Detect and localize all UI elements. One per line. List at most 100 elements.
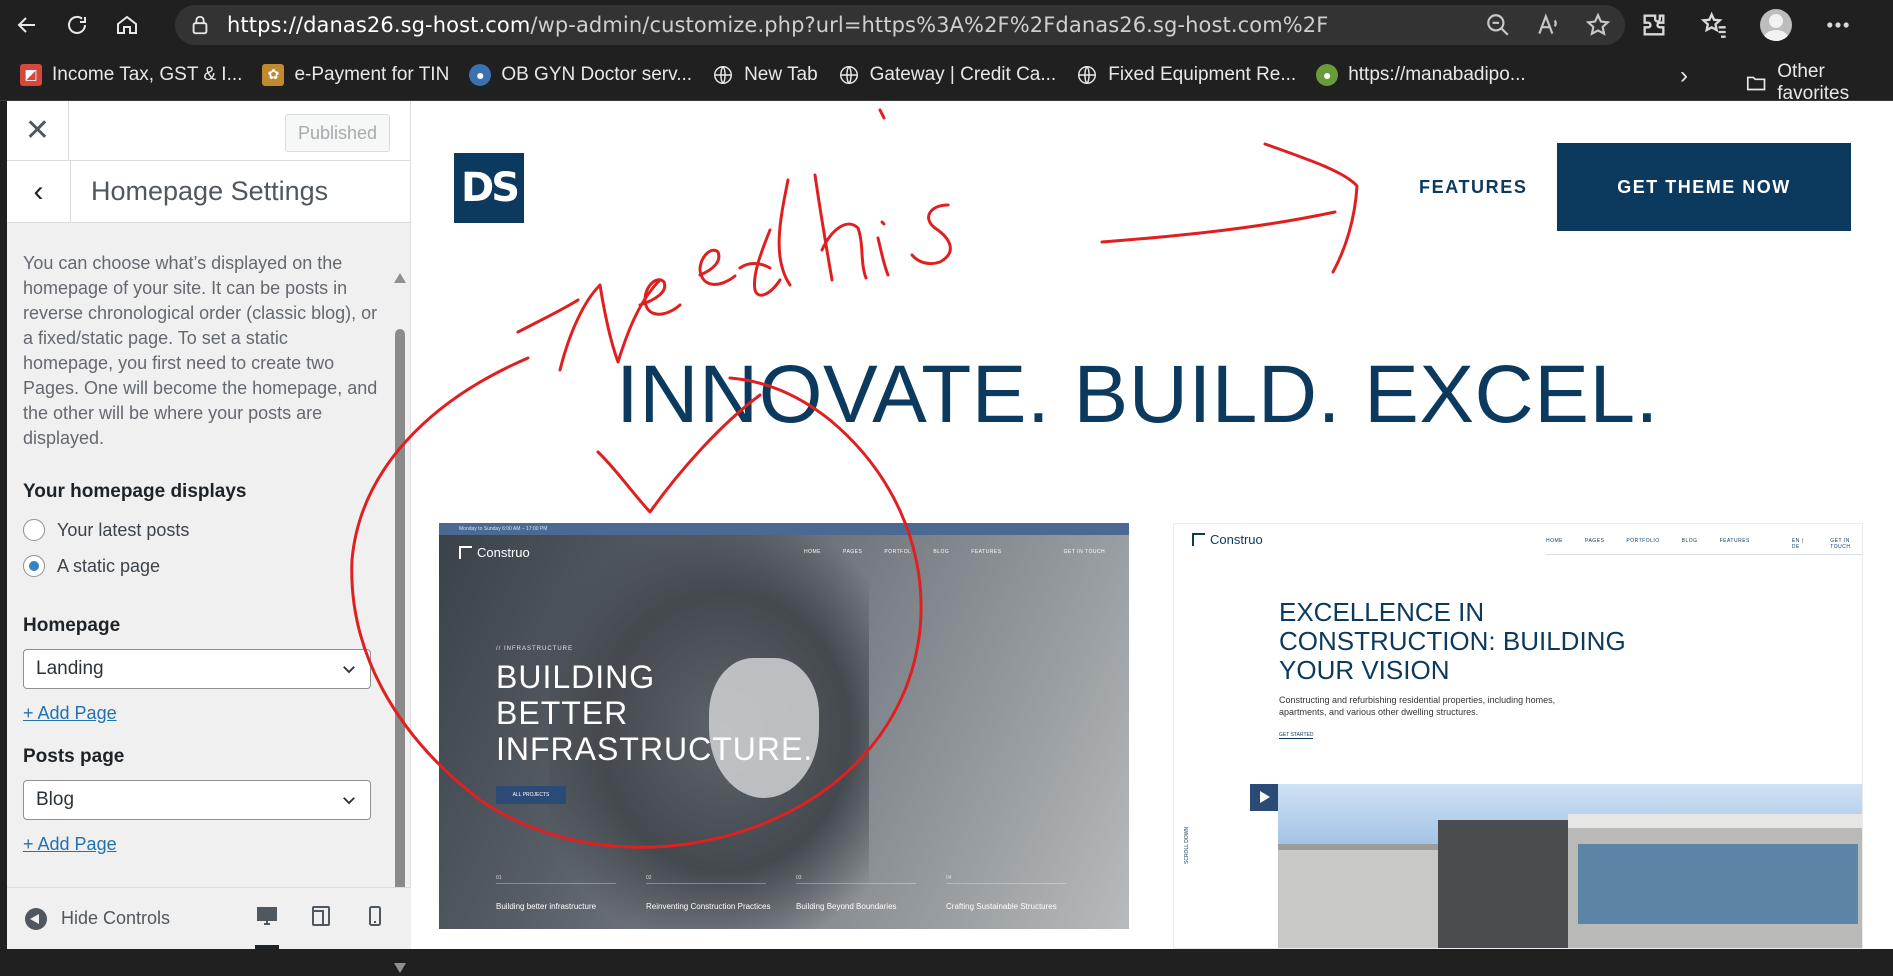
building-photo bbox=[1278, 784, 1862, 948]
feature-item: 04 Crafting Sustainable Structures bbox=[946, 875, 1096, 911]
headline-line: BUILDING bbox=[496, 659, 656, 695]
desktop-icon bbox=[257, 907, 277, 925]
customizer-panel: ✕ Published ‹ Homepage Settings You can … bbox=[7, 100, 411, 973]
bookmark-favicon-icon: ● bbox=[1316, 63, 1339, 86]
globe-icon bbox=[1076, 64, 1098, 86]
play-icon bbox=[1250, 784, 1278, 811]
headline-line: EXCELLENCE IN bbox=[1279, 597, 1485, 627]
get-started-link: GET STARTED bbox=[1279, 732, 1314, 739]
lock-icon bbox=[192, 15, 208, 35]
tablet-preview-button[interactable] bbox=[309, 904, 333, 949]
menu-item: FEATURES bbox=[971, 549, 1002, 555]
card-headline: BUILDING BETTER INFRASTRUCTURE. bbox=[496, 659, 813, 767]
url-text: https://danas26.sg-host.com/wp-admin/cus… bbox=[227, 13, 1329, 37]
bookmark-favicon-icon: ✿ bbox=[262, 63, 285, 86]
headline-line: CONSTRUCTION: BUILDING bbox=[1279, 626, 1626, 656]
tablet-icon bbox=[312, 906, 330, 926]
chevron-down-icon bbox=[343, 797, 355, 805]
hide-controls-button[interactable]: Hide Controls bbox=[25, 907, 170, 930]
bookmark-ob-gyn[interactable]: ● OB GYN Doctor serv... bbox=[469, 63, 692, 86]
extensions-icon[interactable] bbox=[1640, 11, 1668, 39]
other-favorites[interactable]: Other favorites bbox=[1745, 61, 1893, 105]
section-title: Homepage Settings bbox=[91, 176, 329, 206]
demo-card-infrastructure[interactable]: Monday to Sunday 6:00 AM – 17:00 PM Cons… bbox=[439, 523, 1129, 929]
back-chevron-icon[interactable]: ‹ bbox=[7, 160, 71, 223]
section-header: ‹ Homepage Settings bbox=[7, 160, 410, 223]
refresh-button[interactable] bbox=[62, 10, 92, 40]
profile-avatar[interactable] bbox=[1760, 9, 1792, 41]
feature-item: 02 Reinventing Construction Practices bbox=[646, 875, 771, 911]
homepage-displays-label: Your homepage displays bbox=[23, 481, 247, 502]
favorites-icon[interactable] bbox=[1700, 11, 1728, 39]
bookmark-gateway[interactable]: Gateway | Credit Ca... bbox=[838, 64, 1056, 86]
published-button[interactable]: Published bbox=[285, 114, 390, 152]
radio-static-page[interactable]: A static page bbox=[23, 555, 392, 577]
scrollbar-thumb[interactable] bbox=[395, 329, 405, 949]
panel-scrollbar[interactable] bbox=[393, 263, 407, 976]
menu-item: BLOG bbox=[933, 549, 950, 555]
address-bar[interactable]: https://danas26.sg-host.com/wp-admin/cus… bbox=[175, 5, 1625, 45]
bookmarks-bar: ◩ Income Tax, GST & I... ✿ e-Payment for T… bbox=[0, 49, 1893, 104]
site-logo[interactable]: DS bbox=[454, 153, 524, 223]
bookmark-favicon-icon: ● bbox=[469, 63, 492, 86]
bookmark-income-tax[interactable]: ◩ Income Tax, GST & I... bbox=[20, 63, 242, 86]
headline-line: INFRASTRUCTURE. bbox=[496, 731, 814, 767]
desktop-preview-button[interactable] bbox=[255, 904, 279, 949]
headline-line: YOUR VISION bbox=[1279, 655, 1450, 685]
globe-icon bbox=[838, 64, 860, 86]
read-aloud-icon[interactable] bbox=[1535, 12, 1561, 38]
radio-latest-posts[interactable]: Your latest posts bbox=[23, 519, 392, 541]
globe-icon bbox=[712, 64, 734, 86]
card-brand: Construo bbox=[1192, 532, 1263, 547]
scroll-down-label: SCROLL DOWN bbox=[1184, 826, 1190, 864]
folder-icon bbox=[1746, 76, 1766, 91]
add-page-link-posts[interactable]: + Add Page bbox=[23, 834, 117, 855]
star-icon[interactable] bbox=[1585, 12, 1611, 38]
customizer-footer: Hide Controls bbox=[7, 887, 411, 949]
chevron-down-icon bbox=[343, 666, 355, 674]
chevron-right-icon[interactable]: › bbox=[1680, 62, 1688, 90]
menu-item: GET IN TOUCH bbox=[1063, 549, 1106, 555]
nav-features-link[interactable]: FEATURES bbox=[1419, 177, 1527, 198]
bookmark-e-payment[interactable]: ✿ e-Payment for TIN bbox=[262, 63, 449, 86]
device-preview-toggles bbox=[255, 904, 387, 949]
mobile-preview-button[interactable] bbox=[363, 904, 387, 949]
browser-toolbar: https://danas26.sg-host.com/wp-admin/cus… bbox=[0, 0, 1893, 49]
add-page-link-homepage[interactable]: + Add Page bbox=[23, 703, 117, 724]
bookmark-new-tab[interactable]: New Tab bbox=[712, 64, 818, 86]
building-window bbox=[1578, 844, 1858, 924]
card-brand: Construo bbox=[459, 545, 530, 560]
homepage-select[interactable]: Landing bbox=[23, 649, 371, 689]
menu-item: PAGES bbox=[843, 549, 863, 555]
radio-button[interactable] bbox=[23, 519, 45, 541]
zoom-icon[interactable] bbox=[1485, 12, 1511, 38]
building-shape bbox=[1278, 844, 1458, 948]
refresh-icon bbox=[68, 15, 86, 34]
bookmark-manabadi[interactable]: ● https://manabadipo... bbox=[1316, 63, 1526, 86]
close-icon[interactable]: ✕ bbox=[7, 100, 69, 161]
bookmark-fixed-equipment[interactable]: Fixed Equipment Re... bbox=[1076, 64, 1296, 86]
homepage-label: Homepage bbox=[23, 615, 121, 636]
scroll-up-icon[interactable] bbox=[394, 273, 406, 283]
card-kicker: // INFRASTRUCTURE bbox=[496, 646, 573, 652]
demo-card-excellence[interactable]: Construo HOME PAGES PORTFOLIO BLOG FEATU… bbox=[1173, 523, 1863, 949]
hero-title: INNOVATE. BUILD. EXCEL. bbox=[616, 349, 1659, 440]
card-menu: HOME PAGES PORTFOLIO BLOG FEATURES EN | … bbox=[1546, 538, 1862, 555]
scroll-down-icon[interactable] bbox=[394, 963, 406, 973]
card-features: 01 Building better infrastructure 02 Reinv… bbox=[496, 875, 1096, 911]
all-projects-button: ALL PROJECTS bbox=[496, 786, 566, 804]
home-button[interactable] bbox=[112, 10, 142, 40]
posts-page-select[interactable]: Blog bbox=[23, 780, 371, 820]
back-arrow-icon bbox=[17, 16, 35, 33]
back-button[interactable] bbox=[12, 10, 42, 40]
more-icon[interactable] bbox=[1824, 11, 1852, 39]
radio-button-selected[interactable] bbox=[23, 555, 45, 577]
menu-item: PORTFOLIO bbox=[1626, 538, 1660, 544]
feature-item: 03 Building Beyond Boundaries bbox=[796, 875, 946, 911]
card-subtext: Constructing and refurbishing residentia… bbox=[1279, 695, 1556, 717]
home-icon bbox=[117, 15, 137, 34]
building-band bbox=[1568, 814, 1862, 828]
bookmark-favicon-icon: ◩ bbox=[20, 63, 42, 86]
get-theme-button[interactable]: GET THEME NOW bbox=[1557, 143, 1851, 231]
card-topbar: Monday to Sunday 6:00 AM – 17:00 PM bbox=[439, 523, 1129, 535]
